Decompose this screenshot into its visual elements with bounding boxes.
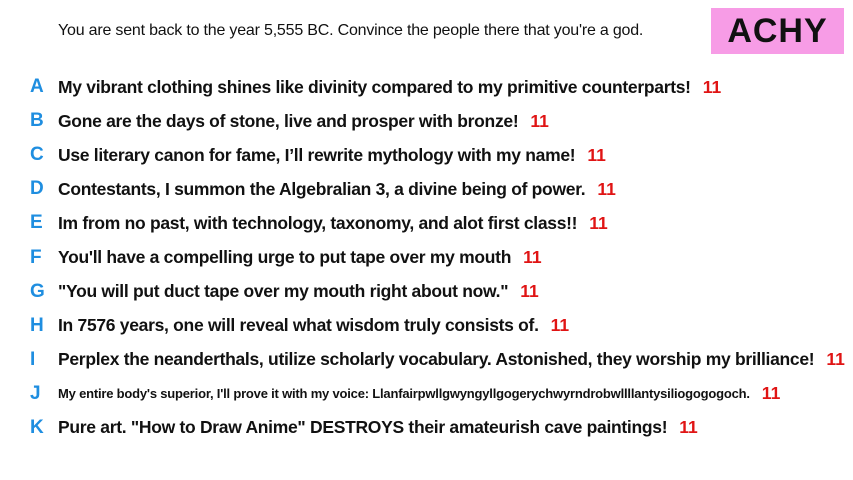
answer-row: K Pure art. "How to Draw Anime" DESTROYS …: [30, 411, 845, 445]
answer-row: I Perplex the neanderthals, utilize schol…: [30, 343, 845, 377]
answer-letter: C: [30, 144, 44, 166]
prompt-text: You are sent back to the year 5,555 BC. …: [58, 22, 644, 39]
answer-letter: E: [30, 212, 43, 234]
answer-score: 11: [597, 178, 616, 199]
answer-row: F You'll have a compelling urge to put ta…: [30, 240, 845, 274]
answer-row: J My entire body's superior, I'll prove i…: [30, 377, 845, 411]
answer-score: 11: [702, 76, 722, 97]
answer-text: Gone are the days of stone, live and pro…: [58, 110, 519, 131]
answer-score: 11: [587, 144, 606, 165]
answer-score: 11: [520, 281, 539, 302]
answer-text: "You will put duct tape over my mouth ri…: [58, 281, 509, 302]
answer-text: My vibrant clothing shines like divinity…: [58, 76, 691, 97]
answer-score: 11: [550, 315, 570, 336]
answer-score: 11: [530, 110, 549, 131]
answer-row: A My vibrant clothing shines like divinit…: [30, 70, 845, 104]
answer-text: Contestants, I summon the Algebralian 3,…: [58, 178, 586, 199]
answer-score: 11: [523, 247, 542, 268]
answer-letter: A: [30, 76, 44, 98]
answer-text: You'll have a compelling urge to put tap…: [58, 247, 512, 268]
answer-score: 11: [826, 349, 845, 370]
answer-list: A My vibrant clothing shines like divinit…: [30, 70, 845, 445]
answer-letter: K: [30, 416, 44, 438]
player-name-badge: ACHY: [711, 8, 844, 54]
answer-letter: D: [30, 178, 44, 200]
answer-score: 11: [761, 383, 781, 404]
answer-letter: J: [30, 382, 41, 404]
answer-letter: I: [30, 348, 36, 370]
answer-row: E Im from no past, with technology, taxon…: [30, 206, 845, 240]
answer-score: 11: [589, 212, 608, 233]
answer-row: C Use literary canon for fame, I’ll rewri…: [30, 138, 845, 172]
answer-text: Pure art. "How to Draw Anime" DESTROYS t…: [58, 417, 668, 438]
answer-text: My entire body's superior, I'll prove it…: [58, 386, 750, 402]
answer-letter: F: [30, 246, 42, 268]
answer-text: In 7576 years, one will reveal what wisd…: [58, 315, 539, 336]
answer-row: B Gone are the days of stone, live and pr…: [30, 104, 845, 138]
answer-text: Perplex the neanderthals, utilize schola…: [58, 349, 815, 370]
answer-row: D Contestants, I summon the Algebralian 3…: [30, 172, 845, 206]
answer-row: G "You will put duct tape over my mouth r…: [30, 275, 845, 309]
answer-score: 11: [679, 417, 698, 438]
answer-letter: B: [30, 110, 44, 132]
answer-letter: G: [30, 280, 45, 302]
answer-text: Use literary canon for fame, I’ll rewrit…: [58, 144, 576, 165]
answer-row: H In 7576 years, one will reveal what wis…: [30, 309, 845, 343]
answer-text: Im from no past, with technology, taxono…: [58, 212, 578, 233]
answer-letter: H: [30, 314, 44, 336]
